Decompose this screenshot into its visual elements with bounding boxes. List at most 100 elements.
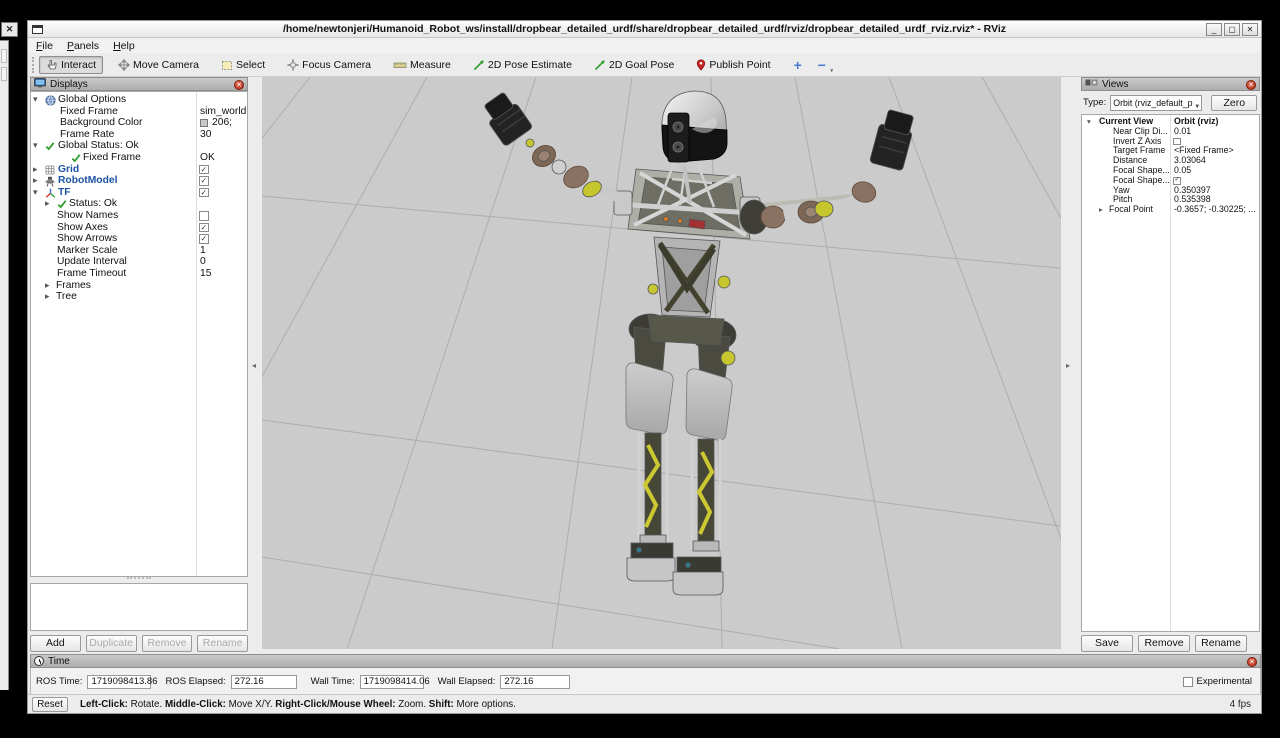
tree-row-frames[interactable]: ▸Frames [31,280,247,292]
tree-row-fixed-frame[interactable]: Fixed Framesim_world [31,106,247,118]
interact-tool-button[interactable]: Interact [39,56,103,74]
tree-row-tf[interactable]: ▾TF✓ [31,187,247,199]
add-display-button[interactable]: Add [30,635,81,652]
property-value[interactable]: -0.3657; -0.30225; ... [1174,205,1256,215]
displays-panel-header[interactable]: Displays ✕ [30,77,248,91]
stray-window-close-button[interactable]: ✕ [1,22,18,37]
remove-tool-button[interactable]: − [810,57,834,73]
property-value[interactable]: 206; [212,117,232,129]
pose-estimate-tool-button[interactable]: 2D Pose Estimate [466,56,579,74]
checkbox-checked[interactable]: ✓ [199,223,209,233]
tree-row-show-axes[interactable]: Show Axes✓ [31,222,247,234]
left-splitter-collapse-icon[interactable]: ◂ [252,361,256,370]
checkbox-checked[interactable]: ✓ [199,188,209,198]
views-panel-close-icon[interactable]: ✕ [1246,80,1256,90]
toolbar-handle[interactable] [32,57,36,73]
rename-view-button[interactable]: Rename [1195,635,1247,652]
tree-row-focal-shape[interactable]: Focal Shape...0.05 [1082,166,1259,176]
tree-row-yaw[interactable]: Yaw0.350397 [1082,186,1259,196]
tree-row-update-interval[interactable]: Update Interval0 [31,256,247,268]
tree-row-current-view[interactable]: ▾Current ViewOrbit (rviz) [1082,117,1259,127]
expander-open-icon[interactable]: ▾ [33,94,37,106]
property-value[interactable]: OK [200,152,215,164]
add-tool-button[interactable]: + [786,57,810,73]
color-swatch[interactable] [200,119,208,127]
measure-tool-button[interactable]: Measure [386,56,458,74]
expander-open-icon[interactable]: ▾ [33,140,37,152]
select-tool-button[interactable]: Select [214,56,272,74]
menu-panels[interactable]: Panels [67,40,99,52]
remove-view-button[interactable]: Remove [1138,635,1190,652]
property-value[interactable]: 1 [200,245,206,257]
goal-pose-tool-button[interactable]: 2D Goal Pose [587,56,681,74]
tree-row-distance[interactable]: Distance3.03064 [1082,156,1259,166]
move-camera-tool-button[interactable]: Move Camera [111,56,206,74]
tree-row-show-names[interactable]: Show Names [31,210,247,222]
time-panel-header[interactable]: Time ✕ [30,654,1261,668]
property-value[interactable]: 30 [200,129,211,141]
tree-row-focal-point[interactable]: ▸Focal Point-0.3657; -0.30225; ... [1082,205,1259,215]
checkbox-checked[interactable]: ✓ [199,176,209,186]
menu-help[interactable]: Help [113,40,135,52]
views-panel-header[interactable]: Views ✕ [1081,77,1260,91]
expander-open-icon[interactable]: ▾ [1087,117,1091,127]
minimize-button[interactable]: _ [1206,23,1222,36]
expander-closed-icon[interactable]: ▸ [33,175,37,187]
3d-viewport[interactable] [262,77,1061,649]
tree-row-marker-scale[interactable]: Marker Scale1 [31,245,247,257]
expander-closed-icon[interactable]: ▸ [45,291,49,303]
tree-row-status-ok[interactable]: ▸Status: Ok [31,198,247,210]
tree-row-tree[interactable]: ▸Tree [31,291,247,303]
tree-row-global-status-ok[interactable]: ▾Global Status: Ok [31,140,247,152]
expander-closed-icon[interactable]: ▸ [1099,205,1103,215]
right-splitter-collapse-icon[interactable]: ▸ [1066,361,1070,370]
save-view-button[interactable]: Save [1081,635,1133,652]
property-value[interactable]: 0.05 [1174,166,1191,176]
checkbox-unchecked[interactable] [1173,138,1181,146]
tree-row-fixed-frame[interactable]: Fixed FrameOK [31,152,247,164]
expander-open-icon[interactable]: ▾ [33,187,37,199]
expander-closed-icon[interactable]: ▸ [45,198,49,210]
tree-row-frame-timeout[interactable]: Frame Timeout15 [31,268,247,280]
maximize-button[interactable]: ▢ [1224,23,1240,36]
property-value[interactable]: sim_world [200,106,246,118]
tree-row-grid[interactable]: ▸Grid✓ [31,164,247,176]
titlebar[interactable]: /home/newtonjeri/Humanoid_Robot_ws/insta… [28,21,1261,38]
ros-time-field[interactable]: 1719098413.86 [87,675,151,689]
view-type-dropdown[interactable]: Orbit (rviz_default_p ▼ [1110,95,1202,111]
property-value[interactable]: 0 [200,256,206,268]
tree-row-global-options[interactable]: ▾Global Options [31,94,247,106]
wall-elapsed-field[interactable]: 272.16 [500,675,570,689]
zero-button[interactable]: Zero [1211,95,1257,111]
tree-row-show-arrows[interactable]: Show Arrows✓ [31,233,247,245]
views-tree[interactable]: ▾Current ViewOrbit (rviz)Near Clip Di...… [1081,114,1260,632]
checkbox-checked[interactable]: ✓ [199,165,209,175]
menu-file[interactable]: File [36,40,53,52]
tree-row-target-frame[interactable]: Target Frame<Fixed Frame> [1082,146,1259,156]
checkbox-checked[interactable]: ✓ [199,234,209,244]
reset-button[interactable]: Reset [32,697,68,712]
property-value[interactable]: 0.01 [1174,127,1191,137]
publish-point-tool-button[interactable]: Publish Point [689,56,777,74]
checkbox-checked[interactable]: ✓ [1173,177,1181,185]
property-value[interactable]: 15 [200,268,211,280]
checkbox-unchecked[interactable] [199,211,209,221]
close-button[interactable]: ✕ [1242,23,1258,36]
displays-splitter[interactable] [127,577,151,581]
wall-time-field[interactable]: 1719098414.06 [360,675,424,689]
expander-closed-icon[interactable]: ▸ [33,164,37,176]
displays-panel-close-icon[interactable]: ✕ [234,80,244,90]
expander-closed-icon[interactable]: ▸ [45,280,49,292]
time-panel-close-icon[interactable]: ✕ [1247,657,1257,667]
duplicate-display-button[interactable]: Duplicate [86,635,137,652]
focus-camera-tool-button[interactable]: Focus Camera [280,56,378,74]
tree-row-background-color[interactable]: Background Color206; [31,117,247,129]
experimental-checkbox[interactable] [1183,677,1193,687]
tree-row-near-clip-di[interactable]: Near Clip Di...0.01 [1082,127,1259,137]
ros-elapsed-field[interactable]: 272.16 [231,675,297,689]
tree-row-robotmodel[interactable]: ▸RobotModel✓ [31,175,247,187]
rename-display-button[interactable]: Rename [197,635,248,652]
remove-display-button[interactable]: Remove [142,635,193,652]
tree-row-frame-rate[interactable]: Frame Rate30 [31,129,247,141]
displays-tree[interactable]: ▾Global OptionsFixed Framesim_worldBackg… [30,91,248,577]
